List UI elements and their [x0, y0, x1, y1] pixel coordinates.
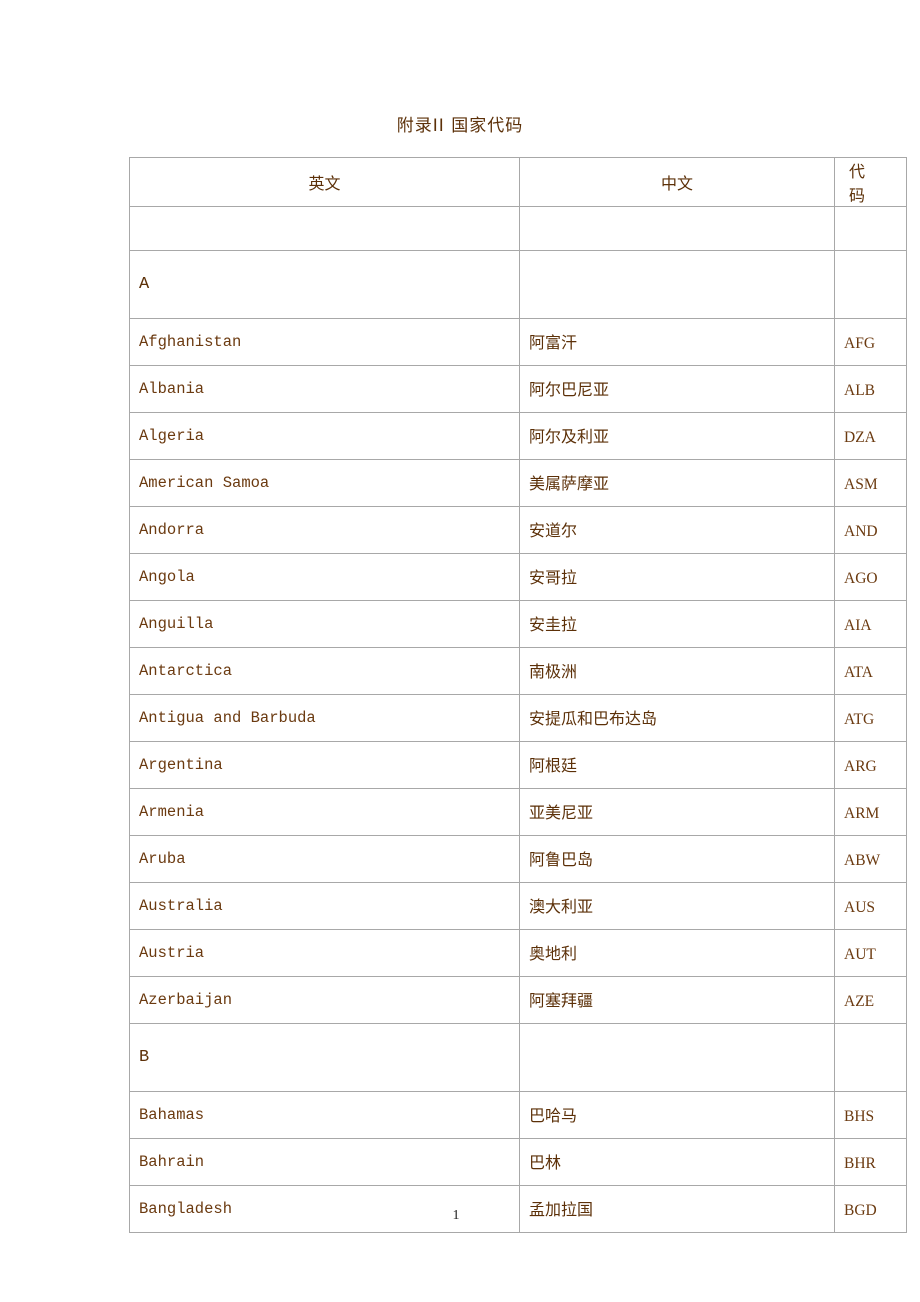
country-code: BHS [834, 1091, 907, 1139]
table-row: Azerbaijan 阿塞拜疆 AZE [129, 976, 907, 1024]
table-row: Aruba 阿鲁巴岛 ABW [129, 835, 907, 883]
table-row: Austria 奥地利 AUT [129, 929, 907, 977]
country-code: AIA [834, 600, 907, 648]
country-code: AZE [834, 976, 907, 1024]
country-chinese-name: 阿尔及利亚 [519, 412, 835, 460]
country-code: AGO [834, 553, 907, 601]
table-row: Bahamas 巴哈马 BHS [129, 1091, 907, 1139]
country-code: AND [834, 506, 907, 554]
country-chinese-name: 奥地利 [519, 929, 835, 977]
page-number: 1 [452, 1208, 460, 1223]
table-row: Australia 澳大利亚 AUS [129, 882, 907, 930]
country-english-name: Anguilla [129, 600, 520, 648]
country-chinese-name: 阿鲁巴岛 [519, 835, 835, 883]
country-english-name: Austria [129, 929, 520, 977]
table-row: Andorra 安道尔 AND [129, 506, 907, 554]
country-english-name: Australia [129, 882, 520, 930]
country-chinese-name: 南极洲 [519, 647, 835, 695]
country-english-name: Andorra [129, 506, 520, 554]
header-code: 代 码 [834, 157, 907, 207]
country-chinese-name: 安圭拉 [519, 600, 835, 648]
country-chinese-name: 巴哈马 [519, 1091, 835, 1139]
table-row: Armenia 亚美尼亚 ARM [129, 788, 907, 836]
country-english-name: Algeria [129, 412, 520, 460]
country-code: ARG [834, 741, 907, 789]
section-letter-row: A [129, 250, 907, 319]
header-english: 英文 [129, 157, 520, 207]
section-letter-row: B [129, 1023, 907, 1092]
country-chinese-name: 安哥拉 [519, 553, 835, 601]
country-code: ATA [834, 647, 907, 695]
country-chinese-name: 安提瓜和巴布达岛 [519, 694, 835, 742]
table-row: Algeria 阿尔及利亚 DZA [129, 412, 907, 460]
table-header-row: 英文 中文 代 码 [129, 157, 907, 207]
country-english-name: Albania [129, 365, 520, 413]
table-row: Argentina 阿根廷 ARG [129, 741, 907, 789]
country-chinese-name: 巴林 [519, 1138, 835, 1186]
country-english-name: Antarctica [129, 647, 520, 695]
country-english-name: Aruba [129, 835, 520, 883]
country-english-name: Bahamas [129, 1091, 520, 1139]
country-chinese-name: 亚美尼亚 [519, 788, 835, 836]
table-row: American Samoa 美属萨摩亚 ASM [129, 459, 907, 507]
country-code: ABW [834, 835, 907, 883]
table-row: Angola 安哥拉 AGO [129, 553, 907, 601]
country-chinese-name: 澳大利亚 [519, 882, 835, 930]
table-row: Bahrain 巴林 BHR [129, 1138, 907, 1186]
country-english-name: Armenia [129, 788, 520, 836]
table-row: Anguilla 安圭拉 AIA [129, 600, 907, 648]
country-code: AUT [834, 929, 907, 977]
country-english-name: Afghanistan [129, 318, 520, 366]
country-code: ARM [834, 788, 907, 836]
blank-row [129, 206, 907, 251]
country-chinese-name: 阿富汗 [519, 318, 835, 366]
country-english-name: Antigua and Barbuda [129, 694, 520, 742]
country-code-table: 英文 中文 代 码 A Afghanistan 阿富汗 AFG Albania 阿尔巴尼亚… [129, 157, 907, 1233]
country-code: ATG [834, 694, 907, 742]
country-code: BHR [834, 1138, 907, 1186]
section-letter: A [129, 250, 520, 319]
country-english-name: Argentina [129, 741, 520, 789]
country-code: ALB [834, 365, 907, 413]
table-row: Antarctica 南极洲 ATA [129, 647, 907, 695]
country-chinese-name: 阿尔巴尼亚 [519, 365, 835, 413]
country-chinese-name: 美属萨摩亚 [519, 459, 835, 507]
country-code: ASM [834, 459, 907, 507]
section-letter: B [129, 1023, 520, 1092]
country-english-name: Angola [129, 553, 520, 601]
country-code: DZA [834, 412, 907, 460]
country-chinese-name: 阿根廷 [519, 741, 835, 789]
country-code: AFG [834, 318, 907, 366]
table-row: Albania 阿尔巴尼亚 ALB [129, 365, 907, 413]
country-english-name: Bahrain [129, 1138, 520, 1186]
country-chinese-name: 安道尔 [519, 506, 835, 554]
table-row: Antigua and Barbuda 安提瓜和巴布达岛 ATG [129, 694, 907, 742]
country-english-name: American Samoa [129, 459, 520, 507]
country-chinese-name: 阿塞拜疆 [519, 976, 835, 1024]
document-title: 附录II 国家代码 [396, 116, 524, 136]
country-english-name: Azerbaijan [129, 976, 520, 1024]
header-chinese: 中文 [519, 157, 835, 207]
table-row: Afghanistan 阿富汗 AFG [129, 318, 907, 366]
country-code: AUS [834, 882, 907, 930]
